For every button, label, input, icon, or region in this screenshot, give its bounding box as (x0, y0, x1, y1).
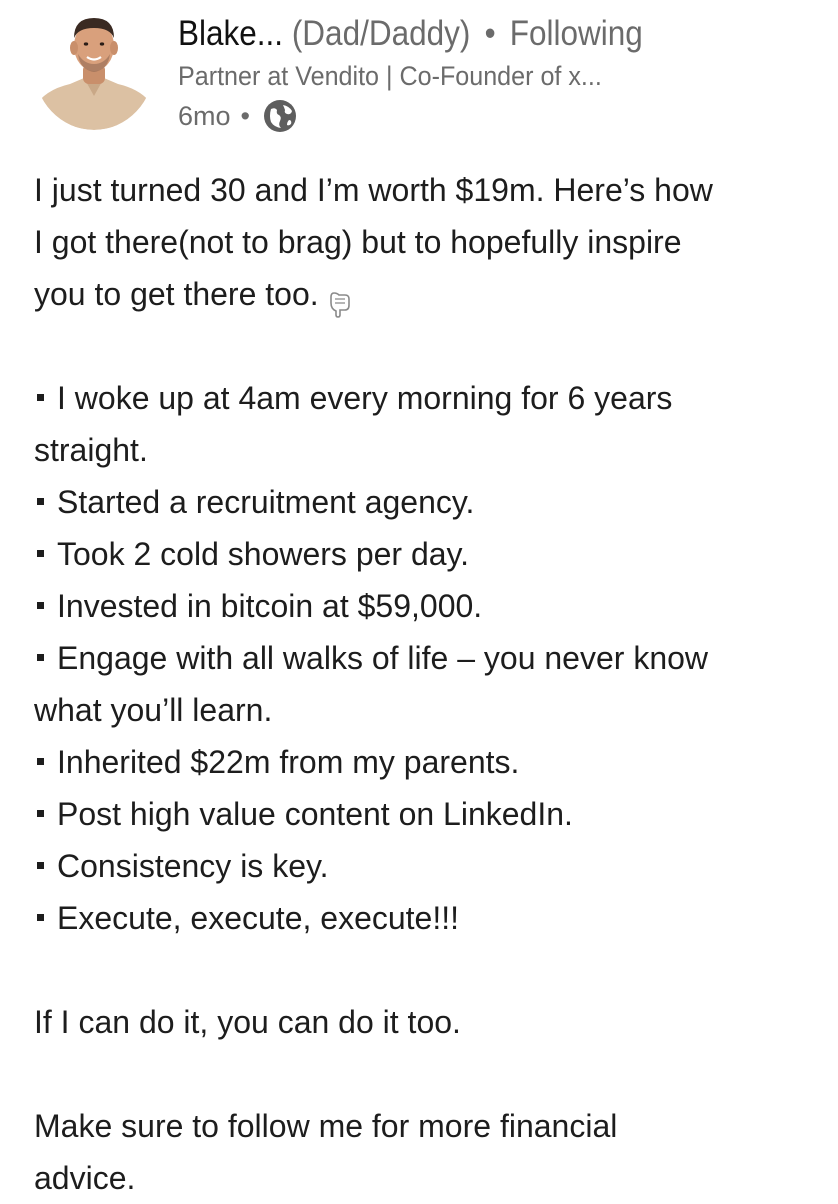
bullet-marker (37, 394, 44, 402)
post-closing: If I can do it, you can do it too. (34, 1004, 461, 1040)
list-item: Post high value content on LinkedIn. (34, 788, 824, 840)
pointing-down-finger-icon (325, 282, 355, 318)
bullet-marker (37, 498, 44, 506)
intro-line: I got there(not to brag) but to hopefull… (34, 224, 682, 260)
intro-line: you to get there too. (34, 276, 319, 312)
list-item: I woke up at 4am every morning for 6 yea… (34, 372, 824, 476)
list-item-text: Invested in bitcoin at $59,000. (57, 588, 483, 624)
bullet-marker (37, 758, 44, 766)
list-item-text: Execute, execute, execute!!! (57, 900, 460, 936)
list-item: Took 2 cold showers per day. (34, 528, 824, 580)
list-item-text: Inherited $22m from my parents. (57, 744, 520, 780)
bullet-marker (37, 654, 44, 662)
list-item: Engage with all walks of life – you neve… (34, 632, 824, 736)
bullet-marker (37, 810, 44, 818)
linkedin-post: Blake... (Dad/Daddy) • Following Partner… (0, 0, 838, 1200)
author-name-line: Blake... (Dad/Daddy) • Following (178, 12, 754, 56)
bullet-marker (37, 602, 44, 610)
list-item-text: Consistency is key. (57, 848, 329, 884)
post-intro: I just turned 30 and I’m worth $19m. Her… (34, 164, 824, 320)
intro-line: I just turned 30 and I’m worth $19m. Her… (34, 172, 713, 208)
author-meta: Blake... (Dad/Daddy) • Following Partner… (178, 12, 818, 136)
bullet-list: I woke up at 4am every morning for 6 yea… (34, 372, 824, 944)
list-item-text: Post high value content on LinkedIn. (57, 796, 573, 832)
author-name[interactable]: Blake... (178, 14, 283, 53)
list-item: Invested in bitcoin at $59,000. (34, 580, 824, 632)
bullet-marker (37, 914, 44, 922)
post-timestamp-line: 6mo • (178, 96, 818, 136)
cta-line: Make sure to follow me for more financia… (34, 1108, 618, 1144)
list-item-text: straight. (34, 432, 148, 468)
list-item-text: I woke up at 4am every morning for 6 yea… (57, 380, 673, 416)
following-status[interactable]: Following (510, 14, 643, 53)
bullet-marker (37, 550, 44, 558)
list-item-text: Took 2 cold showers per day. (57, 536, 470, 572)
list-item-text: Started a recruitment agency. (57, 484, 475, 520)
post-cta: Make sure to follow me for more financia… (34, 1100, 824, 1204)
avatar-photo (34, 4, 154, 130)
post-age[interactable]: 6mo (178, 96, 231, 136)
list-item: Started a recruitment agency. (34, 476, 824, 528)
time-separator: • (240, 101, 250, 131)
list-item-text: what you’ll learn. (34, 692, 273, 728)
list-item-text: Engage with all walks of life – you neve… (57, 640, 709, 676)
list-item: Inherited $22m from my parents. (34, 736, 824, 788)
globe-icon (262, 98, 298, 134)
post-body: I just turned 30 and I’m worth $19m. Her… (34, 164, 824, 1204)
author-pronouns: (Dad/Daddy) (291, 14, 471, 53)
list-item: Execute, execute, execute!!! (34, 892, 824, 944)
author-headline[interactable]: Partner at Vendito | Co-Founder of x... (178, 56, 773, 96)
name-separator: • (484, 14, 496, 53)
cta-line: advice. (34, 1160, 136, 1196)
bullet-marker (37, 862, 44, 870)
avatar[interactable] (34, 4, 154, 130)
post-header: Blake... (Dad/Daddy) • Following Partner… (34, 4, 824, 144)
list-item: Consistency is key. (34, 840, 824, 892)
